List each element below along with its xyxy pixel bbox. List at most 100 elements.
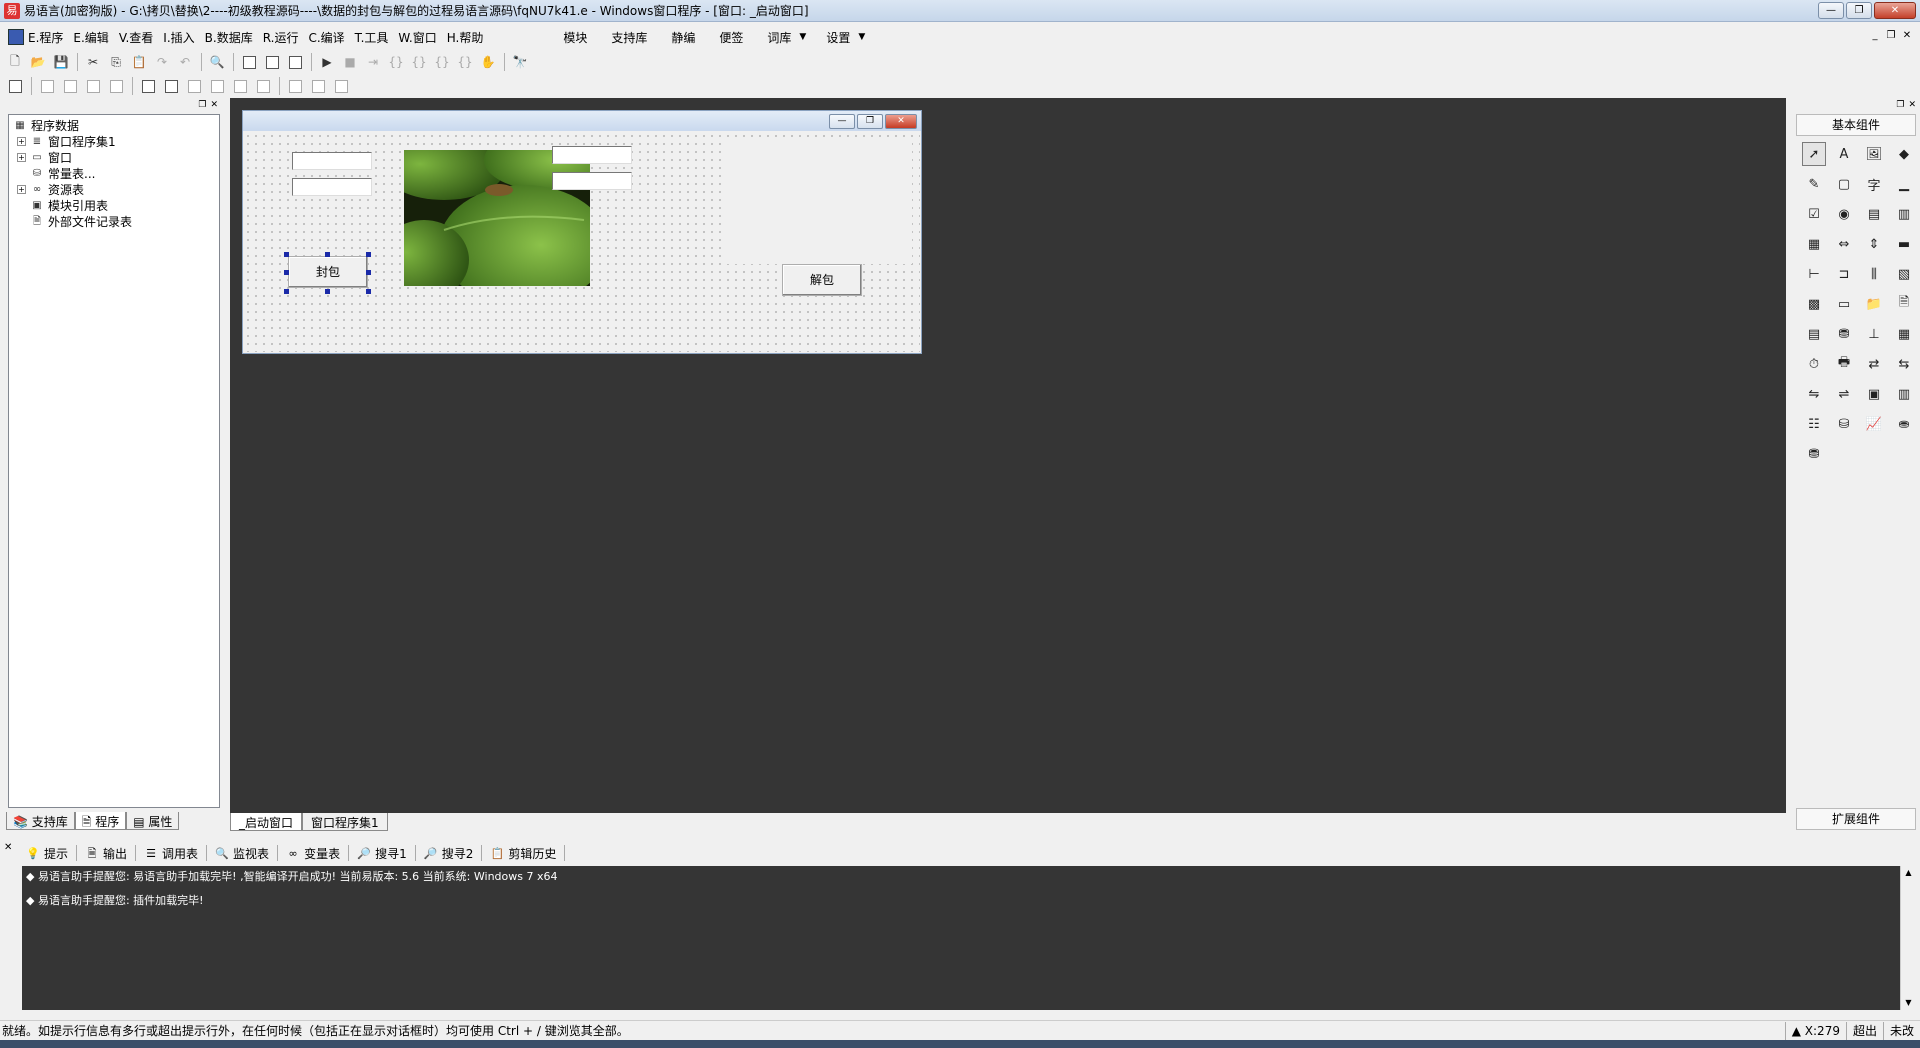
network-client-icon[interactable]: ⇄ bbox=[1862, 352, 1886, 376]
run-to-cursor-icon[interactable]: {} bbox=[454, 52, 476, 72]
save-icon[interactable]: 💾 bbox=[50, 52, 72, 72]
menu-thesaurus[interactable]: 词库 bbox=[767, 29, 791, 46]
group-box-icon[interactable]: ▢ bbox=[1832, 172, 1856, 196]
select-list-icon[interactable]: ▦ bbox=[1802, 232, 1826, 256]
minimize-button[interactable]: — bbox=[1818, 2, 1844, 19]
basic-components-header[interactable]: 基本组件 bbox=[1796, 114, 1916, 136]
mdi-close-button[interactable]: ✕ bbox=[1900, 30, 1914, 43]
pack-button[interactable]: 封包 bbox=[288, 256, 368, 288]
copy-icon[interactable]: ⎘ bbox=[105, 52, 127, 72]
chart-icon[interactable]: 📈 bbox=[1862, 412, 1886, 436]
mdi-restore-button[interactable]: ❐ bbox=[1884, 30, 1898, 43]
find-icon[interactable]: 🔍 bbox=[206, 52, 228, 72]
align-top-icon[interactable] bbox=[82, 76, 104, 96]
same-width-icon[interactable] bbox=[229, 76, 251, 96]
extended-components-footer[interactable]: 扩展组件 bbox=[1796, 808, 1916, 830]
tab-search-1[interactable]: 🔎 搜寻1 bbox=[357, 845, 416, 862]
selection-handle[interactable] bbox=[284, 289, 289, 294]
checkbox-icon[interactable]: ☑ bbox=[1802, 202, 1826, 226]
radio-icon[interactable]: ◉ bbox=[1832, 202, 1856, 226]
panel-close-icon[interactable]: ✕ bbox=[1908, 100, 1916, 112]
form-canvas[interactable]: 封包 解包 bbox=[244, 132, 920, 352]
menu-note[interactable]: 便签 bbox=[719, 29, 743, 46]
tab-search-2[interactable]: 🔎 搜寻2 bbox=[424, 845, 483, 862]
label-area[interactable] bbox=[726, 138, 912, 264]
edit-box-2[interactable] bbox=[292, 178, 372, 196]
settings-dropdown-icon[interactable]: ▼ bbox=[858, 32, 865, 42]
tab-watch[interactable]: 🔍 监视表 bbox=[215, 845, 279, 862]
step-icon[interactable]: ⇥ bbox=[362, 52, 384, 72]
network-port-icon[interactable]: ⇋ bbox=[1802, 382, 1826, 406]
tab-control-icon[interactable]: ⊐ bbox=[1832, 262, 1856, 286]
tree-root[interactable]: ▦ 程序数据 bbox=[13, 117, 215, 133]
unpack-button[interactable]: 解包 bbox=[782, 264, 862, 296]
tree-item-resources[interactable]: + ∞ 资源表 bbox=[13, 181, 215, 197]
edit-box-icon[interactable]: ▁ bbox=[1892, 172, 1916, 196]
calendar-icon[interactable]: ▧ bbox=[1892, 262, 1916, 286]
timer-icon[interactable]: ⏱ bbox=[1802, 352, 1826, 376]
tab-hint[interactable]: 💡 提示 bbox=[26, 845, 78, 862]
edit-box-3[interactable] bbox=[552, 146, 632, 164]
date-picker-icon[interactable]: ▩ bbox=[1802, 292, 1826, 316]
list-box-icon[interactable]: ▥ bbox=[1892, 202, 1916, 226]
scroll-down-icon[interactable]: ▼ bbox=[1901, 996, 1916, 1010]
panel-float-icon[interactable]: ❐ bbox=[198, 100, 206, 112]
slider-icon[interactable]: ⊢ bbox=[1802, 262, 1826, 286]
center-horizontal-icon[interactable] bbox=[137, 76, 159, 96]
menu-tools[interactable]: T.工具 bbox=[355, 29, 389, 46]
animation-icon[interactable]: ⫼ bbox=[1862, 262, 1886, 286]
step-over-icon[interactable]: {} bbox=[408, 52, 430, 72]
maximize-button[interactable]: ❐ bbox=[1846, 2, 1872, 19]
size-width-icon[interactable] bbox=[284, 76, 306, 96]
expand-icon[interactable]: + bbox=[17, 136, 26, 146]
selection-handle[interactable] bbox=[325, 252, 330, 257]
expand-icon[interactable]: + bbox=[17, 184, 26, 194]
open-file-icon[interactable]: 📂 bbox=[27, 52, 49, 72]
drawing-board-icon[interactable]: ✎ bbox=[1802, 172, 1826, 196]
tab-call-stack[interactable]: ☰ 调用表 bbox=[144, 845, 208, 862]
toolbar-icon[interactable]: ▦ bbox=[1892, 322, 1916, 346]
picture-box-icon[interactable]: 🖼 bbox=[1862, 142, 1886, 166]
tab-clipboard-history[interactable]: 📋 剪辑历史 bbox=[490, 845, 566, 862]
grid-icon[interactable] bbox=[4, 76, 26, 96]
center-vertical-icon[interactable] bbox=[160, 76, 182, 96]
progress-bar-icon[interactable]: ▬ bbox=[1892, 232, 1916, 256]
layout-1-icon[interactable] bbox=[238, 52, 260, 72]
selection-handle[interactable] bbox=[325, 289, 330, 294]
menu-edit[interactable]: E.编辑 bbox=[73, 29, 108, 46]
binoculars-icon[interactable]: 🔭 bbox=[509, 52, 531, 72]
network-server-icon[interactable]: ⇆ bbox=[1892, 352, 1916, 376]
menu-support-lib[interactable]: 支持库 bbox=[611, 29, 647, 46]
tab-startup-window[interactable]: _启动窗口 bbox=[230, 813, 303, 831]
menu-window[interactable]: W.窗口 bbox=[398, 29, 436, 46]
step-into-icon[interactable]: {} bbox=[385, 52, 407, 72]
hand-icon[interactable]: ✋ bbox=[477, 52, 499, 72]
edit-box-4[interactable] bbox=[552, 172, 632, 190]
align-bottom-icon[interactable] bbox=[105, 76, 127, 96]
edit-box-1[interactable] bbox=[292, 152, 372, 170]
selection-handle[interactable] bbox=[366, 289, 371, 294]
space-down-icon[interactable] bbox=[206, 76, 228, 96]
output-scrollbar[interactable]: ▲ ▼ bbox=[1900, 866, 1916, 1010]
picture-box[interactable] bbox=[404, 150, 590, 286]
close-button[interactable]: ✕ bbox=[1874, 2, 1916, 19]
menu-insert[interactable]: I.插入 bbox=[163, 29, 194, 46]
menu-module[interactable]: 模块 bbox=[563, 29, 587, 46]
tab-variables[interactable]: ∞ 变量表 bbox=[286, 845, 350, 862]
tab-support-lib[interactable]: 📚 支持库 bbox=[6, 812, 75, 830]
vertical-scrollbar-icon[interactable]: ⇕ bbox=[1862, 232, 1886, 256]
scroll-up-icon[interactable]: ▲ bbox=[1901, 866, 1916, 880]
layout-3-icon[interactable] bbox=[284, 52, 306, 72]
tab-program[interactable]: 🗎 程序 bbox=[74, 812, 127, 830]
panel-float-icon[interactable]: ❐ bbox=[1896, 100, 1904, 112]
tree-item-window-module[interactable]: + ≣ 窗口程序集1 bbox=[13, 133, 215, 149]
data-source-icon[interactable]: ⛃ bbox=[1832, 322, 1856, 346]
menu-compile[interactable]: C.编译 bbox=[308, 29, 344, 46]
selection-handle[interactable] bbox=[284, 270, 289, 275]
database-table-icon[interactable]: ☷ bbox=[1802, 412, 1826, 436]
step-out-icon[interactable]: {} bbox=[431, 52, 453, 72]
printer-icon[interactable]: 🖶 bbox=[1832, 352, 1856, 376]
thesaurus-dropdown-icon[interactable]: ▼ bbox=[799, 32, 806, 42]
pointer-icon[interactable]: ➚ bbox=[1802, 142, 1826, 166]
panel-close-icon[interactable]: ✕ bbox=[210, 100, 218, 112]
